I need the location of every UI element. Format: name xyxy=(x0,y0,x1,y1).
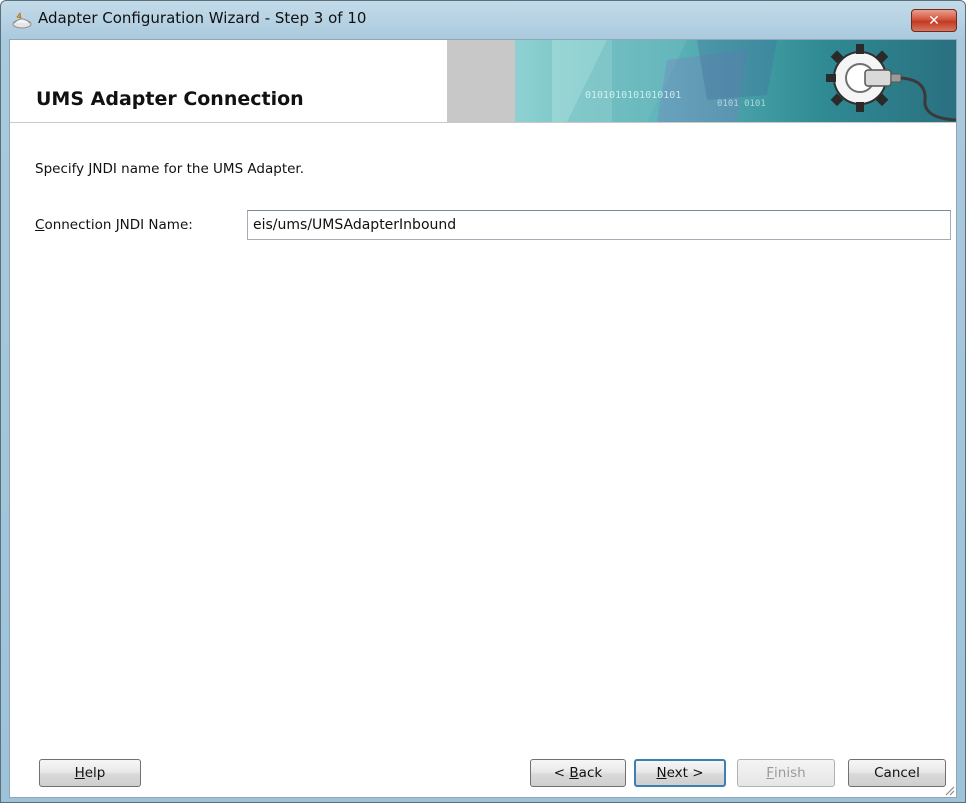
close-icon: ✕ xyxy=(928,12,940,29)
help-button[interactable]: Help xyxy=(39,759,141,787)
close-button[interactable]: ✕ xyxy=(911,9,957,32)
wizard-header: UMS Adapter Connection 0101010101010101 xyxy=(10,40,956,123)
finish-button-label: inish xyxy=(774,765,806,781)
jndi-name-input[interactable] xyxy=(247,210,951,240)
wizard-window: Adapter Configuration Wizard - Step 3 of… xyxy=(0,0,966,803)
finish-button[interactable]: Finish xyxy=(737,759,835,787)
jndi-name-label-text: onnection JNDI Name: xyxy=(44,217,193,233)
next-button-mnemonic: N xyxy=(656,765,667,781)
back-button[interactable]: < Back xyxy=(530,759,626,787)
jndi-name-label: Connection JNDI Name: xyxy=(35,217,193,233)
step-description: Specify JNDI name for the UMS Adapter. xyxy=(35,161,305,177)
next-button[interactable]: Next > xyxy=(634,759,726,787)
window-title: Adapter Configuration Wizard - Step 3 of… xyxy=(38,9,367,27)
cancel-button[interactable]: Cancel xyxy=(848,759,946,787)
finish-button-mnemonic: F xyxy=(766,765,775,781)
wizard-client-area: UMS Adapter Connection 0101010101010101 xyxy=(9,39,957,798)
title-bar[interactable]: Adapter Configuration Wizard - Step 3 of… xyxy=(1,1,965,39)
help-button-mnemonic: H xyxy=(74,765,85,781)
header-banner: 0101010101010101 0101 0101 xyxy=(447,40,956,122)
next-button-label: ext > xyxy=(666,765,704,781)
back-button-label: ack xyxy=(578,765,603,781)
svg-text:0101 0101: 0101 0101 xyxy=(717,99,766,109)
help-button-label: elp xyxy=(84,765,106,781)
wizard-app-icon xyxy=(12,12,32,29)
cancel-button-label: Cancel xyxy=(874,765,920,781)
page-title: UMS Adapter Connection xyxy=(36,88,304,110)
back-button-prefix: < xyxy=(553,765,570,781)
resize-grip-icon[interactable] xyxy=(943,784,955,796)
svg-text:0101010101010101: 0101010101010101 xyxy=(585,90,681,101)
back-button-mnemonic: B xyxy=(569,765,579,781)
